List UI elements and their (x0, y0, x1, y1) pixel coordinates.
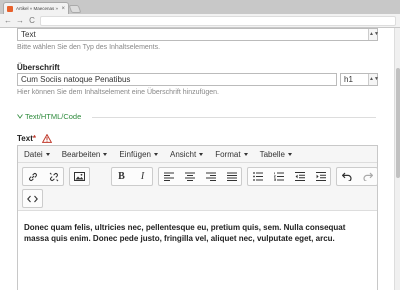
menu-ansicht[interactable]: Ansicht (169, 149, 204, 159)
numbered-list-icon[interactable] (269, 168, 288, 185)
bullet-list-icon[interactable] (248, 168, 267, 185)
link-icon[interactable] (23, 168, 42, 185)
chevron-down-icon: ▲▼ (368, 29, 379, 40)
image-icon[interactable] (70, 168, 89, 185)
back-icon[interactable]: ← (4, 16, 12, 26)
unlink-icon[interactable] (44, 168, 63, 185)
url-input[interactable] (40, 15, 396, 26)
content-type-value: Text (21, 30, 36, 39)
section-toggle-text-html-code[interactable]: Text/HTML/Code (17, 112, 81, 121)
chevron-down-icon: ▲▼ (368, 74, 379, 85)
menu-label: Bearbeiten (61, 149, 101, 159)
tab-title: Artikel » Maecenas » Szfur… (16, 6, 59, 11)
section-divider (92, 117, 376, 118)
page-content: Text ▲▼ Bitte wählen Sie den Typ des Inh… (0, 28, 394, 290)
menu-label: Tabelle (259, 149, 285, 159)
type-help-text: Bitte wählen Sie den Typ des Inhaltselem… (17, 44, 161, 51)
chevron-down-icon (17, 114, 23, 119)
rich-text-editor: Datei Bearbeiten Einfügen Ansicht Format… (17, 145, 378, 290)
forward-icon[interactable]: → (16, 16, 24, 26)
menu-einfuegen[interactable]: Einfügen (119, 150, 158, 159)
menu-bearbeiten[interactable]: Bearbeiten (62, 150, 108, 159)
menu-label: Datei (24, 149, 43, 159)
new-tab-button[interactable] (68, 5, 82, 13)
align-left-icon[interactable] (159, 168, 178, 185)
required-marker: * (32, 134, 36, 143)
caret-down-icon (103, 152, 108, 156)
menu-label: Ansicht (169, 149, 197, 159)
menu-tabelle[interactable]: Tabelle (260, 150, 292, 159)
page-scrollbar[interactable] (394, 28, 400, 290)
menu-label: Format (215, 149, 241, 159)
bold-icon[interactable]: B (112, 168, 131, 185)
browser-tab[interactable]: Artikel » Maecenas » Szfur… × (3, 2, 69, 14)
reload-icon[interactable]: C (28, 16, 36, 26)
align-center-icon[interactable] (180, 168, 199, 185)
caret-down-icon (199, 152, 204, 156)
scrollbar-thumb[interactable] (396, 68, 400, 178)
caret-down-icon (45, 152, 50, 156)
menu-format[interactable]: Format (215, 149, 248, 159)
browser-tabbar: Artikel » Maecenas » Szfur… × (0, 0, 400, 14)
source-code-icon[interactable] (23, 190, 42, 207)
heading-help-text: Hier können Sie dem Inhaltselement eine … (17, 89, 219, 96)
italic-icon[interactable]: I (133, 168, 152, 185)
editor-toolbar: B I (18, 163, 378, 211)
heading-input[interactable]: Cum Sociis natoque Penatibus (17, 73, 337, 86)
warning-icon (42, 134, 52, 143)
caret-down-icon (287, 152, 292, 156)
editor-menubar: Datei Bearbeiten Einfügen Ansicht Format… (18, 146, 377, 163)
caret-down-icon (243, 152, 248, 156)
menu-label: Einfügen (119, 149, 151, 159)
text-label-text: Text (17, 134, 33, 143)
heading-level-select[interactable]: h1 ▲▼ (340, 73, 379, 86)
heading-label: Überschrift (17, 63, 60, 72)
indent-icon[interactable] (311, 168, 330, 185)
undo-icon[interactable] (337, 168, 356, 185)
redo-icon[interactable] (358, 168, 377, 185)
editor-content[interactable]: Donec quam felis, ultricies nec, pellent… (24, 223, 370, 244)
align-right-icon[interactable] (201, 168, 220, 185)
caret-down-icon (153, 152, 158, 156)
section-toggle-label: Text/HTML/Code (25, 112, 82, 121)
outdent-icon[interactable] (290, 168, 309, 185)
align-justify-icon[interactable] (222, 168, 241, 185)
heading-level-value: h1 (344, 75, 353, 84)
content-type-select[interactable]: Text ▲▼ (17, 28, 379, 41)
menu-datei[interactable]: Datei (24, 150, 50, 159)
tab-close-icon[interactable]: × (61, 6, 65, 12)
address-bar: ← → C (0, 14, 400, 28)
text-label: Text* (17, 134, 36, 143)
favicon-icon (7, 5, 13, 12)
